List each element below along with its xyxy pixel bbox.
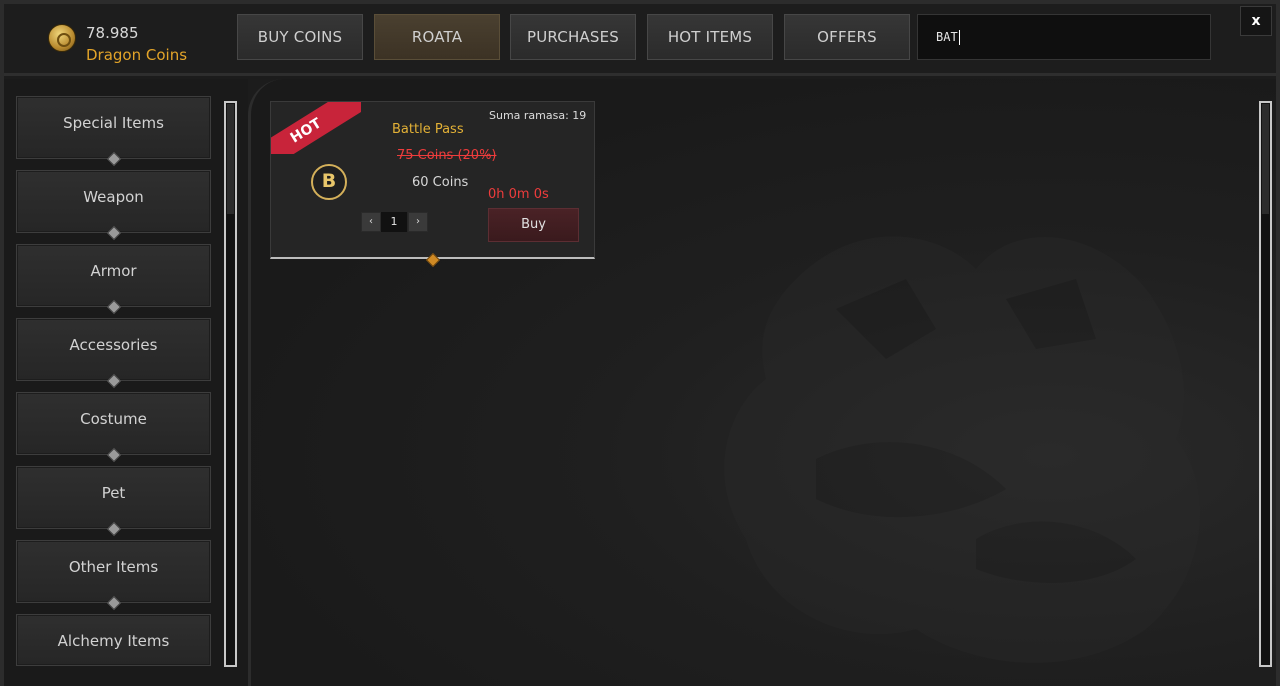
category-label: Special Items	[63, 114, 164, 132]
category-label: Other Items	[68, 558, 159, 576]
coin-b-icon: B	[311, 164, 347, 200]
item-list-area: HOT B Battle Pass Suma ramasa: 19 75 Coi…	[248, 79, 1276, 686]
remaining-count: Suma ramasa: 19	[489, 109, 587, 122]
close-icon[interactable]: x	[1240, 6, 1272, 36]
category-pet[interactable]: Pet	[16, 466, 211, 537]
category-alchemy-items[interactable]: Alchemy Items	[16, 614, 211, 666]
tab-buy-coins[interactable]: BUY COINS	[237, 14, 363, 60]
category-label: Armor	[90, 262, 137, 280]
diamond-ornament-icon	[106, 521, 122, 537]
category-weapon[interactable]: Weapon	[16, 170, 211, 241]
diamond-ornament-icon	[106, 373, 122, 389]
category-accessories[interactable]: Accessories	[16, 318, 211, 389]
tab-purchases[interactable]: PURCHASES	[510, 14, 636, 60]
category-other-items[interactable]: Other Items	[16, 540, 211, 611]
tab-offers[interactable]: OFFERS	[784, 14, 910, 60]
category-label: Weapon	[83, 188, 144, 206]
item-shop-window: 78.985 Dragon Coins BUY COINS ROATA PURC…	[0, 0, 1280, 686]
currency-name: Dragon Coins	[86, 46, 188, 64]
category-costume[interactable]: Costume	[16, 392, 211, 463]
category-label: Pet	[101, 484, 126, 502]
scrollbar-thumb[interactable]	[227, 104, 234, 214]
tab-hot-items[interactable]: HOT ITEMS	[647, 14, 773, 60]
offer-timer: 0h 0m 0s	[488, 187, 549, 202]
dragon-background-art	[724, 236, 1200, 663]
text-caret	[958, 30, 960, 45]
sidebar-scrollbar[interactable]	[224, 101, 237, 667]
category-label: Alchemy Items	[57, 632, 170, 650]
current-price: 60 Coins	[412, 175, 469, 190]
buy-button[interactable]: Buy	[488, 208, 579, 242]
diamond-ornament-icon	[106, 595, 122, 611]
old-price: 75 Coins (20%)	[397, 148, 497, 163]
search-input[interactable]: BAT	[917, 14, 1211, 60]
diamond-ornament-icon	[106, 151, 122, 167]
item-card-battle-pass: HOT B Battle Pass Suma ramasa: 19 75 Coi…	[270, 101, 595, 268]
dragon-coin-icon	[48, 24, 76, 52]
category-armor[interactable]: Armor	[16, 244, 211, 315]
coin-balance: 78.985	[86, 24, 139, 42]
category-label: Accessories	[69, 336, 158, 354]
items-scrollbar[interactable]	[1259, 101, 1272, 667]
diamond-ornament-icon	[106, 447, 122, 463]
tab-roata[interactable]: ROATA	[374, 14, 500, 60]
diamond-ornament-icon	[425, 252, 441, 268]
category-label: Costume	[80, 410, 147, 428]
scrollbar-thumb[interactable]	[1262, 104, 1269, 214]
quantity-value[interactable]: 1	[381, 212, 407, 232]
search-value: BAT	[936, 30, 958, 44]
category-sidebar: Special Items Weapon Armor Accessories C…	[4, 79, 248, 686]
chevron-left-icon[interactable]: ‹	[361, 212, 381, 232]
diamond-ornament-icon	[106, 225, 122, 241]
shop-header: 78.985 Dragon Coins BUY COINS ROATA PURC…	[4, 4, 1276, 76]
item-title: Battle Pass	[392, 122, 464, 137]
diamond-ornament-icon	[106, 299, 122, 315]
category-special-items[interactable]: Special Items	[16, 96, 211, 167]
hot-badge: HOT	[271, 102, 361, 154]
chevron-right-icon[interactable]: ›	[408, 212, 428, 232]
